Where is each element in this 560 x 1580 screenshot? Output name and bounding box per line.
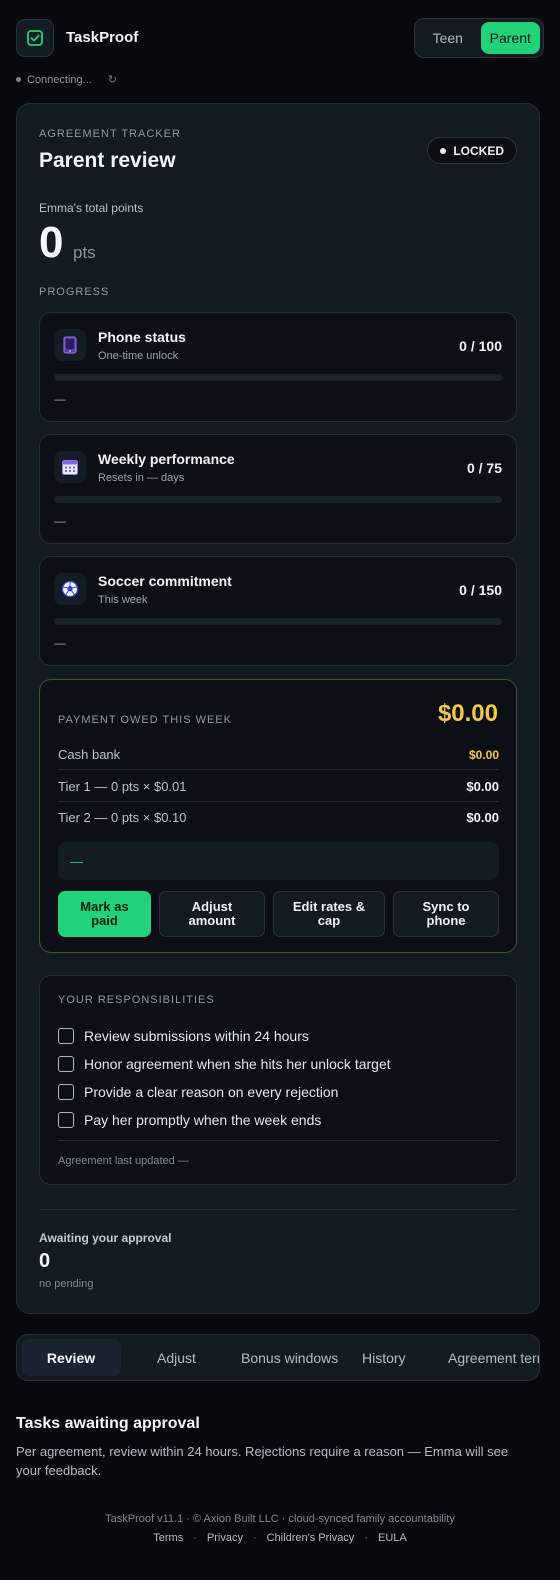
- sync-to-phone-button[interactable]: Sync to phone: [393, 891, 499, 937]
- progress-value: 0 / 75: [466, 460, 502, 476]
- progress-subtitle: This week: [98, 594, 148, 606]
- lock-status-text: LOCKED: [453, 143, 504, 158]
- divider: [39, 1209, 517, 1210]
- responsibilities-eyebrow: YOUR RESPONSIBILITIES: [58, 994, 215, 1006]
- payment-note: —: [58, 842, 499, 880]
- agreement-updated-text: Agreement last updated —: [58, 1155, 189, 1167]
- responsibilities-list: Review submissions within 24 hours Honor…: [58, 1022, 499, 1134]
- footer-links: Terms · Privacy · Children's Privacy · E…: [0, 1532, 560, 1544]
- calendar-icon: [54, 451, 86, 483]
- payment-row-label: Tier 2 — 0 pts × $0.10: [58, 809, 187, 825]
- progress-value: 0 / 150: [459, 582, 502, 598]
- responsibility-checkbox[interactable]: [58, 1056, 74, 1072]
- payment-total: $0.00: [437, 700, 498, 727]
- responsibility-item: Review submissions within 24 hours: [58, 1022, 499, 1050]
- progress-name: Weekly performance: [98, 451, 235, 467]
- progress-value: 0 / 100: [459, 338, 502, 354]
- awaiting-approval-sub: no pending: [39, 1278, 94, 1290]
- parent-mode-button[interactable]: Parent: [480, 22, 540, 54]
- progress-bar: [54, 374, 502, 381]
- app-logo: [16, 19, 54, 57]
- progress-bar: [54, 618, 502, 625]
- progress-name: Phone status: [98, 329, 186, 345]
- section-title: Tasks awaiting approval: [16, 1415, 200, 1432]
- responsibilities-card: YOUR RESPONSIBILITIES Review submissions…: [39, 975, 517, 1185]
- separator: ·: [252, 1532, 257, 1544]
- tab-bar: Review Adjust Bonus windows History Agre…: [16, 1334, 540, 1381]
- lock-status-badge: LOCKED: [427, 137, 517, 164]
- progress-note: —: [54, 514, 66, 528]
- progress-subtitle: Resets in — days: [98, 472, 185, 484]
- adjust-amount-button[interactable]: Adjust amount: [159, 891, 265, 937]
- points-value: 0: [39, 218, 64, 267]
- awaiting-approval-label: Awaiting your approval: [39, 1231, 172, 1245]
- points-unit: pts: [73, 243, 96, 262]
- progress-card-phone-status: Phone status One-time unlock 0 / 100 —: [39, 312, 517, 422]
- responsibility-checkbox[interactable]: [58, 1028, 74, 1044]
- app-header: TaskProof Teen Parent: [16, 18, 544, 58]
- tab-adjust[interactable]: Adjust: [157, 1339, 196, 1376]
- payment-row-tier-1: Tier 1 — 0 pts × $0.01 $0.00: [58, 772, 499, 802]
- progress-name: Soccer commitment: [98, 573, 232, 589]
- payment-row-label: Tier 1 — 0 pts × $0.01: [58, 779, 187, 794]
- responsibility-label: Review submissions within 24 hours: [84, 1028, 309, 1044]
- awaiting-approval-count: 0: [39, 1250, 51, 1272]
- footer-link-privacy[interactable]: Privacy: [207, 1532, 243, 1544]
- payment-eyebrow: PAYMENT OWED THIS WEEK: [58, 714, 232, 726]
- responsibility-item: Pay her promptly when the week ends: [58, 1106, 499, 1134]
- phone-icon: [54, 329, 86, 361]
- progress-card-weekly-performance: Weekly performance Resets in — days 0 / …: [39, 434, 517, 544]
- mark-as-paid-button[interactable]: Mark as paid: [58, 891, 151, 937]
- points-label: Emma's total points: [39, 201, 144, 215]
- mode-toggle: Teen Parent: [414, 18, 544, 58]
- connection-status: Connecting... ↻: [16, 73, 117, 86]
- payment-row-value: $0.00: [466, 779, 499, 794]
- responsibility-item: Provide a clear reason on every rejectio…: [58, 1078, 499, 1106]
- edit-rates-button[interactable]: Edit rates & cap: [273, 891, 385, 937]
- responsibility-label: Honor agreement when she hits her unlock…: [84, 1056, 391, 1072]
- payment-row-value: $0.00: [466, 809, 499, 825]
- footer-link-eula[interactable]: EULA: [378, 1532, 407, 1544]
- status-dot-icon: [440, 147, 447, 154]
- check-square-icon: [27, 30, 43, 46]
- payment-row-label: Cash bank: [58, 747, 121, 762]
- teen-mode-button[interactable]: Teen: [418, 22, 478, 54]
- tab-agreement-terms[interactable]: Agreement terms: [448, 1339, 539, 1376]
- responsibility-item: Honor agreement when she hits her unlock…: [58, 1050, 499, 1078]
- responsibility-checkbox[interactable]: [58, 1112, 74, 1128]
- footer-text: TaskProof v11.1 · © Axion Built LLC · cl…: [105, 1513, 455, 1525]
- payment-row-tier-2: Tier 2 — 0 pts × $0.10 $0.00: [58, 802, 499, 832]
- tab-history[interactable]: History: [362, 1339, 406, 1376]
- footer-link-childrens-privacy[interactable]: Children's Privacy: [267, 1532, 355, 1544]
- page-title: Parent review: [39, 149, 176, 172]
- refresh-icon[interactable]: ↻: [108, 73, 117, 86]
- separator: ·: [193, 1532, 197, 1544]
- soccer-ball-icon: [54, 573, 86, 605]
- progress-card-soccer-commitment: Soccer commitment This week 0 / 150 —: [39, 556, 517, 666]
- tracker-eyebrow: AGREEMENT TRACKER: [39, 128, 181, 140]
- progress-subtitle: One-time unlock: [98, 350, 179, 362]
- connection-text: Connecting...: [27, 73, 92, 86]
- progress-bar: [54, 496, 502, 503]
- footer-link-terms[interactable]: Terms: [153, 1532, 183, 1544]
- responsibility-label: Provide a clear reason on every rejectio…: [84, 1084, 339, 1100]
- progress-note: —: [54, 636, 66, 650]
- tab-bonus-windows[interactable]: Bonus windows: [241, 1339, 338, 1376]
- separator: ·: [364, 1532, 368, 1544]
- progress-eyebrow: PROGRESS: [39, 286, 110, 298]
- status-dot-icon: [16, 77, 21, 82]
- divider: [58, 1140, 499, 1141]
- responsibility-checkbox[interactable]: [58, 1084, 74, 1100]
- payment-row-value: $0.00: [468, 747, 499, 762]
- agreement-tracker-card: AGREEMENT TRACKER Parent review LOCKED E…: [16, 103, 540, 1314]
- section-description: Per agreement, review within 24 hours. R…: [16, 1444, 509, 1478]
- tab-review[interactable]: Review: [21, 1339, 121, 1376]
- app-title: TaskProof: [66, 29, 139, 46]
- progress-note: —: [54, 392, 66, 406]
- responsibility-label: Pay her promptly when the week ends: [84, 1112, 322, 1128]
- payment-row-cash-bank: Cash bank $0.00: [58, 740, 499, 770]
- payment-actions: Mark as paid Adjust amount Edit rates & …: [58, 891, 499, 937]
- payment-card: PAYMENT OWED THIS WEEK $0.00 Cash bank $…: [39, 679, 517, 953]
